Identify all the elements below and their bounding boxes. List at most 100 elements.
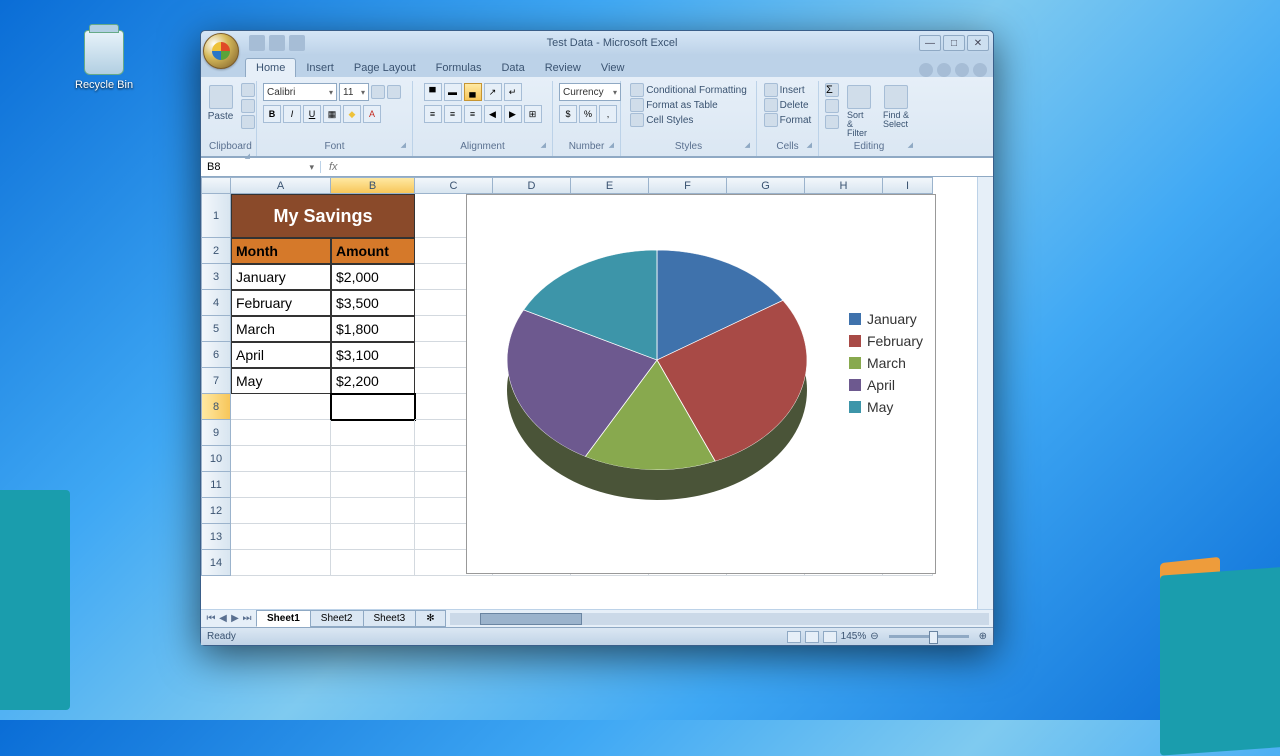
align-left-button[interactable]: ≡ bbox=[424, 105, 442, 123]
view-layout-button[interactable] bbox=[805, 631, 819, 643]
row-header-14[interactable]: 14 bbox=[201, 550, 231, 576]
zoom-out-button[interactable]: ⊖ bbox=[870, 631, 878, 642]
zoom-slider[interactable] bbox=[889, 635, 969, 638]
cell[interactable]: March bbox=[231, 316, 331, 342]
column-header-F[interactable]: F bbox=[649, 177, 727, 194]
conditional-formatting-button[interactable]: Conditional Formatting bbox=[630, 83, 747, 97]
format-painter-icon[interactable] bbox=[241, 115, 255, 129]
tab-home[interactable]: Home bbox=[245, 58, 296, 77]
format-as-table-button[interactable]: Format as Table bbox=[630, 98, 718, 112]
underline-button[interactable]: U bbox=[303, 105, 321, 123]
font-color-button[interactable]: A bbox=[363, 105, 381, 123]
cell[interactable]: April bbox=[231, 342, 331, 368]
help-icon[interactable] bbox=[919, 63, 933, 77]
cell[interactable] bbox=[231, 550, 331, 576]
chart-object[interactable]: JanuaryFebruaryMarchAprilMay bbox=[466, 194, 936, 574]
cell[interactable]: Amount bbox=[331, 238, 415, 264]
decrease-indent-button[interactable]: ◀ bbox=[484, 105, 502, 123]
wrap-text-button[interactable]: ↵ bbox=[504, 83, 522, 101]
clear-icon[interactable] bbox=[825, 115, 839, 129]
format-cells-button[interactable]: Format bbox=[764, 113, 812, 127]
align-center-button[interactable]: ≡ bbox=[444, 105, 462, 123]
row-header-8[interactable]: 8 bbox=[201, 394, 231, 420]
row-header-5[interactable]: 5 bbox=[201, 316, 231, 342]
row-header-9[interactable]: 9 bbox=[201, 420, 231, 446]
view-break-button[interactable] bbox=[823, 631, 837, 643]
find-select-button[interactable]: Find & Select bbox=[879, 83, 913, 131]
cell[interactable] bbox=[231, 524, 331, 550]
row-header-2[interactable]: 2 bbox=[201, 238, 231, 264]
worksheet-grid[interactable]: ABCDEFGHI 1My Savings2MonthAmount3Januar… bbox=[201, 177, 977, 609]
close-button[interactable]: ✕ bbox=[967, 35, 989, 51]
cell[interactable] bbox=[231, 472, 331, 498]
column-header-C[interactable]: C bbox=[415, 177, 493, 194]
row-header-3[interactable]: 3 bbox=[201, 264, 231, 290]
row-header-12[interactable]: 12 bbox=[201, 498, 231, 524]
column-header-D[interactable]: D bbox=[493, 177, 571, 194]
fill-icon[interactable] bbox=[825, 99, 839, 113]
ribbon-minimize-icon[interactable] bbox=[937, 63, 951, 77]
column-header-B[interactable]: B bbox=[331, 177, 415, 194]
grow-font-icon[interactable] bbox=[371, 85, 385, 99]
tab-insert[interactable]: Insert bbox=[296, 59, 344, 77]
font-size-combo[interactable]: 11▾ bbox=[339, 83, 369, 101]
cell[interactable]: January bbox=[231, 264, 331, 290]
currency-button[interactable]: $ bbox=[559, 105, 577, 123]
cell[interactable]: $3,100 bbox=[331, 342, 415, 368]
column-header-A[interactable]: A bbox=[231, 177, 331, 194]
desktop-recycle-bin[interactable]: Recycle Bin bbox=[75, 30, 133, 91]
cell[interactable] bbox=[231, 394, 331, 420]
row-header-10[interactable]: 10 bbox=[201, 446, 231, 472]
zoom-in-button[interactable]: ⊕ bbox=[979, 631, 987, 642]
column-header-I[interactable]: I bbox=[883, 177, 933, 194]
merge-button[interactable]: ⊞ bbox=[524, 105, 542, 123]
cell[interactable] bbox=[331, 420, 415, 446]
office-button[interactable] bbox=[203, 33, 239, 69]
column-header-H[interactable]: H bbox=[805, 177, 883, 194]
horizontal-scrollbar[interactable] bbox=[450, 613, 989, 625]
delete-cells-button[interactable]: Delete bbox=[764, 98, 809, 112]
sort-filter-button[interactable]: Sort & Filter bbox=[843, 83, 875, 140]
row-header-4[interactable]: 4 bbox=[201, 290, 231, 316]
tab-data[interactable]: Data bbox=[491, 59, 534, 77]
maximize-button[interactable]: □ bbox=[943, 35, 965, 51]
sheet-tab-2[interactable]: Sheet2 bbox=[310, 610, 364, 627]
vertical-scrollbar[interactable] bbox=[977, 177, 993, 609]
fill-color-button[interactable]: ◆ bbox=[343, 105, 361, 123]
cell[interactable] bbox=[331, 498, 415, 524]
sheet-nav-first[interactable]: ⏮ bbox=[205, 613, 217, 625]
cell[interactable] bbox=[331, 446, 415, 472]
ribbon-restore-icon[interactable] bbox=[955, 63, 969, 77]
name-box[interactable]: B8▾ bbox=[201, 161, 321, 173]
cell-styles-button[interactable]: Cell Styles bbox=[630, 113, 693, 127]
column-header-E[interactable]: E bbox=[571, 177, 649, 194]
cell[interactable]: February bbox=[231, 290, 331, 316]
sheet-nav-prev[interactable]: ◀ bbox=[217, 613, 229, 625]
cell[interactable] bbox=[331, 550, 415, 576]
cell[interactable]: Month bbox=[231, 238, 331, 264]
shrink-font-icon[interactable] bbox=[387, 85, 401, 99]
cell[interactable] bbox=[331, 472, 415, 498]
comma-button[interactable]: , bbox=[599, 105, 617, 123]
minimize-button[interactable]: — bbox=[919, 35, 941, 51]
sheet-nav-last[interactable]: ⏭ bbox=[241, 613, 253, 625]
cell[interactable]: $3,500 bbox=[331, 290, 415, 316]
cell[interactable]: $2,200 bbox=[331, 368, 415, 394]
row-header-7[interactable]: 7 bbox=[201, 368, 231, 394]
fx-icon[interactable]: fx bbox=[321, 161, 346, 173]
select-all-corner[interactable] bbox=[201, 177, 231, 194]
cell[interactable]: $1,800 bbox=[331, 316, 415, 342]
number-format-combo[interactable]: Currency▾ bbox=[559, 83, 621, 101]
row-header-11[interactable]: 11 bbox=[201, 472, 231, 498]
ribbon-close-icon[interactable] bbox=[973, 63, 987, 77]
cell[interactable] bbox=[231, 498, 331, 524]
align-right-button[interactable]: ≡ bbox=[464, 105, 482, 123]
qat-save-icon[interactable] bbox=[249, 35, 265, 51]
autosum-icon[interactable]: Σ bbox=[825, 83, 839, 97]
bold-button[interactable]: B bbox=[263, 105, 281, 123]
paste-button[interactable]: Paste bbox=[204, 83, 238, 124]
column-header-G[interactable]: G bbox=[727, 177, 805, 194]
align-bottom-button[interactable]: ▄ bbox=[464, 83, 482, 101]
sheet-nav-next[interactable]: ▶ bbox=[229, 613, 241, 625]
qat-undo-icon[interactable] bbox=[269, 35, 285, 51]
